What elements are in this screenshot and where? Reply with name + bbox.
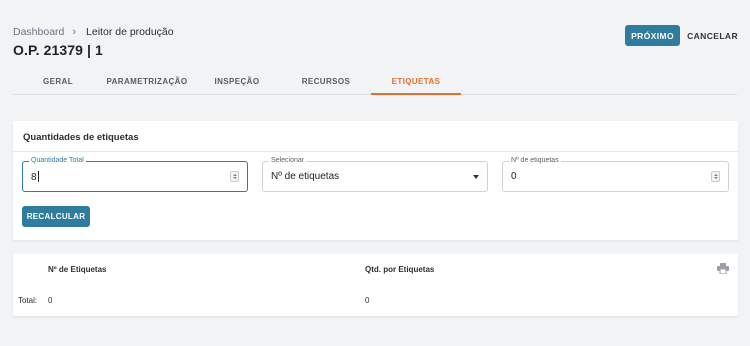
tab-geral[interactable]: GERAL <box>33 68 83 95</box>
page-header: Dashboard › Leitor de produção O.P. 2137… <box>13 25 174 58</box>
caret-down-icon[interactable] <box>473 175 479 179</box>
card-divider <box>13 151 738 152</box>
tab-bar: GERAL PARAMETRIZAÇÃO INSPEÇÃO RECURSOS E… <box>13 68 737 95</box>
count-stepper-icon[interactable] <box>711 171 720 182</box>
label-count-label: Nº de etiquetas <box>509 156 561 166</box>
tab-parametrizacao[interactable]: PARAMETRIZAÇÃO <box>101 68 193 95</box>
select-label: Selecionar <box>269 156 307 166</box>
chevron-right-icon: › <box>72 26 77 38</box>
total-quantity-field[interactable]: Quantidade Total 8 <box>22 156 248 192</box>
total-quantity-input[interactable]: 8 <box>31 171 39 183</box>
cancel-button[interactable]: CANCELAR <box>687 31 738 41</box>
label-count-input[interactable]: 0 <box>511 171 517 182</box>
tab-recursos[interactable]: RECURSOS <box>293 68 359 95</box>
label-count-field[interactable]: Nº de etiquetas 0 <box>502 156 729 192</box>
summary-table-card: Nº de Etiquetas Qtd. por Etiquetas Total… <box>13 254 738 316</box>
column-header-label-count: Nº de Etiquetas <box>48 265 107 274</box>
total-label-count: 0 <box>48 296 53 305</box>
label-quantities-card: Quantidades de etiquetas Quantidade Tota… <box>13 121 738 240</box>
total-label: Total: <box>18 296 38 305</box>
header-actions: PRÓXIMO CANCELAR <box>625 25 738 46</box>
breadcrumb-dashboard-link[interactable]: Dashboard <box>13 26 64 38</box>
breadcrumb: Dashboard › Leitor de produção <box>13 25 174 39</box>
text-caret <box>37 171 39 182</box>
card-title: Quantidades de etiquetas <box>23 132 139 143</box>
next-button[interactable]: PRÓXIMO <box>625 25 681 46</box>
breadcrumb-current: Leitor de produção <box>86 26 174 38</box>
tab-inspecao[interactable]: INSPEÇÃO <box>209 68 265 95</box>
quantity-stepper-icon[interactable] <box>230 171 239 182</box>
select-field[interactable]: Selecionar Nº de etiquetas <box>262 156 488 192</box>
total-qty-per-label: 0 <box>365 296 370 305</box>
page-title: O.P. 21379 | 1 <box>13 42 103 58</box>
column-header-qty-per-label: Qtd. por Etiquetas <box>365 265 435 274</box>
recalculate-button[interactable]: RECALCULAR <box>22 206 90 227</box>
select-value[interactable]: Nº de etiquetas <box>271 171 339 182</box>
tab-etiquetas[interactable]: ETIQUETAS <box>371 68 461 95</box>
total-quantity-label: Quantidade Total <box>29 156 86 166</box>
printer-icon[interactable] <box>717 263 729 274</box>
